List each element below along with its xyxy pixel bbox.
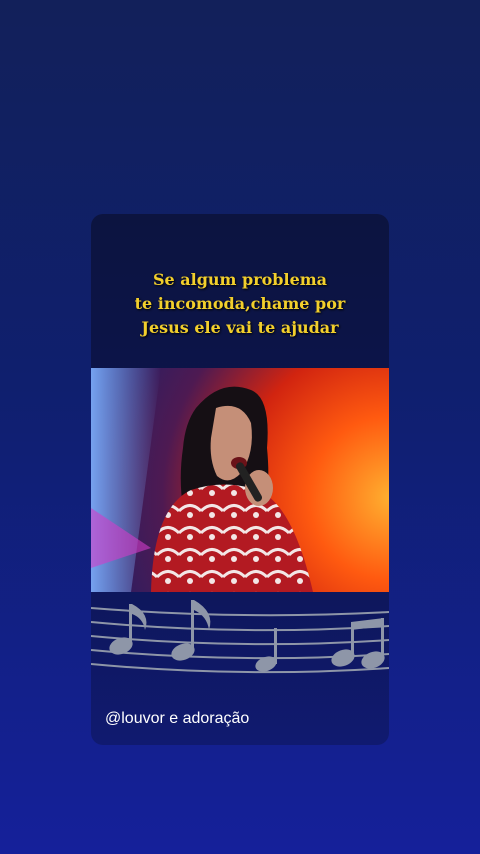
shirt-shape (151, 484, 313, 592)
caption-line-2: te incomoda,chame por (134, 294, 346, 313)
caption-text: Se algum problema te incomoda,chame por … (91, 268, 389, 340)
music-notes-icon (91, 600, 389, 674)
caption-line-3: Jesus ele vai te ajudar (141, 318, 339, 337)
account-handle[interactable]: @louvor e adoração (105, 710, 249, 728)
caption-line-1: Se algum problema (152, 270, 328, 289)
music-staff (91, 592, 389, 682)
post-card[interactable]: Se algum problema te incomoda,chame por … (91, 214, 389, 745)
singer-illustration (91, 368, 313, 592)
singer-photo[interactable] (91, 368, 389, 592)
